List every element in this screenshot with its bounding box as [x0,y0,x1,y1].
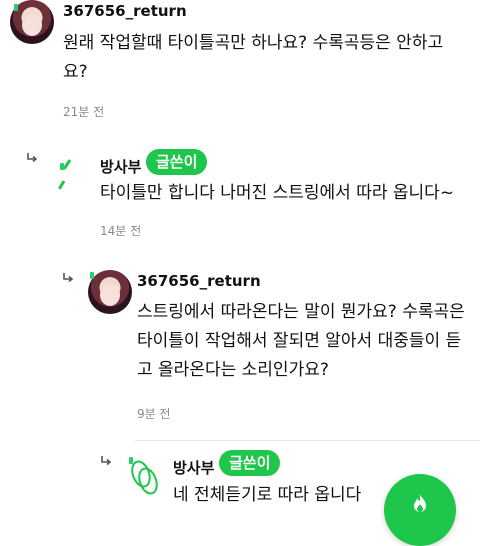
comment-time: 14분 전 [100,224,142,238]
comment-author[interactable]: 367656_return [63,2,187,20]
comment-1: 367656_return 원래 작업할때 타이틀곡만 하나요? 수록곡등은 안… [0,0,480,130]
nested-reply-divider [135,440,480,441]
writer-badge: 글쓴이 [146,149,208,175]
reply-arrow-icon [101,456,112,466]
comment-time: 21분 전 [63,105,105,119]
online-status-icon [129,457,133,464]
comment-text: 스트링에서 따라온다는 말이 뭔가요? 수록곡은 타이틀이 작업해서 잘되면 알… [137,302,465,380]
comment-time: 9분 전 [137,407,171,421]
floating-action-button[interactable] [384,474,456,546]
author-avatar[interactable] [50,149,94,193]
comment-3-reply: 367656_return 스트링에서 따라온다는 말이 뭔가요? 수록곡은 타… [0,262,480,442]
online-status-icon [14,4,18,11]
comment-text: 원래 작업할때 타이틀곡만 하나요? 수록곡등은 안하고 요? [63,33,444,82]
online-status-icon [90,272,94,279]
comment-author[interactable]: 방사부 [100,156,141,177]
user-avatar[interactable] [88,270,132,314]
comment-author[interactable]: 367656_return [137,272,261,290]
comment-text: 타이틀만 합니다 나머진 스트링에서 따라 옵니다~ [100,183,455,203]
writer-badge: 글쓴이 [219,450,281,476]
online-status-icon [60,163,64,170]
comment-author[interactable]: 방사부 [173,457,214,478]
reply-arrow-icon [63,273,74,283]
reply-arrow-icon [27,153,38,163]
comment-2-reply: 방사부 글쓴이 타이틀만 합니다 나머진 스트링에서 따라 옵니다~ 14분 전 [0,140,480,250]
flame-icon [414,494,426,512]
